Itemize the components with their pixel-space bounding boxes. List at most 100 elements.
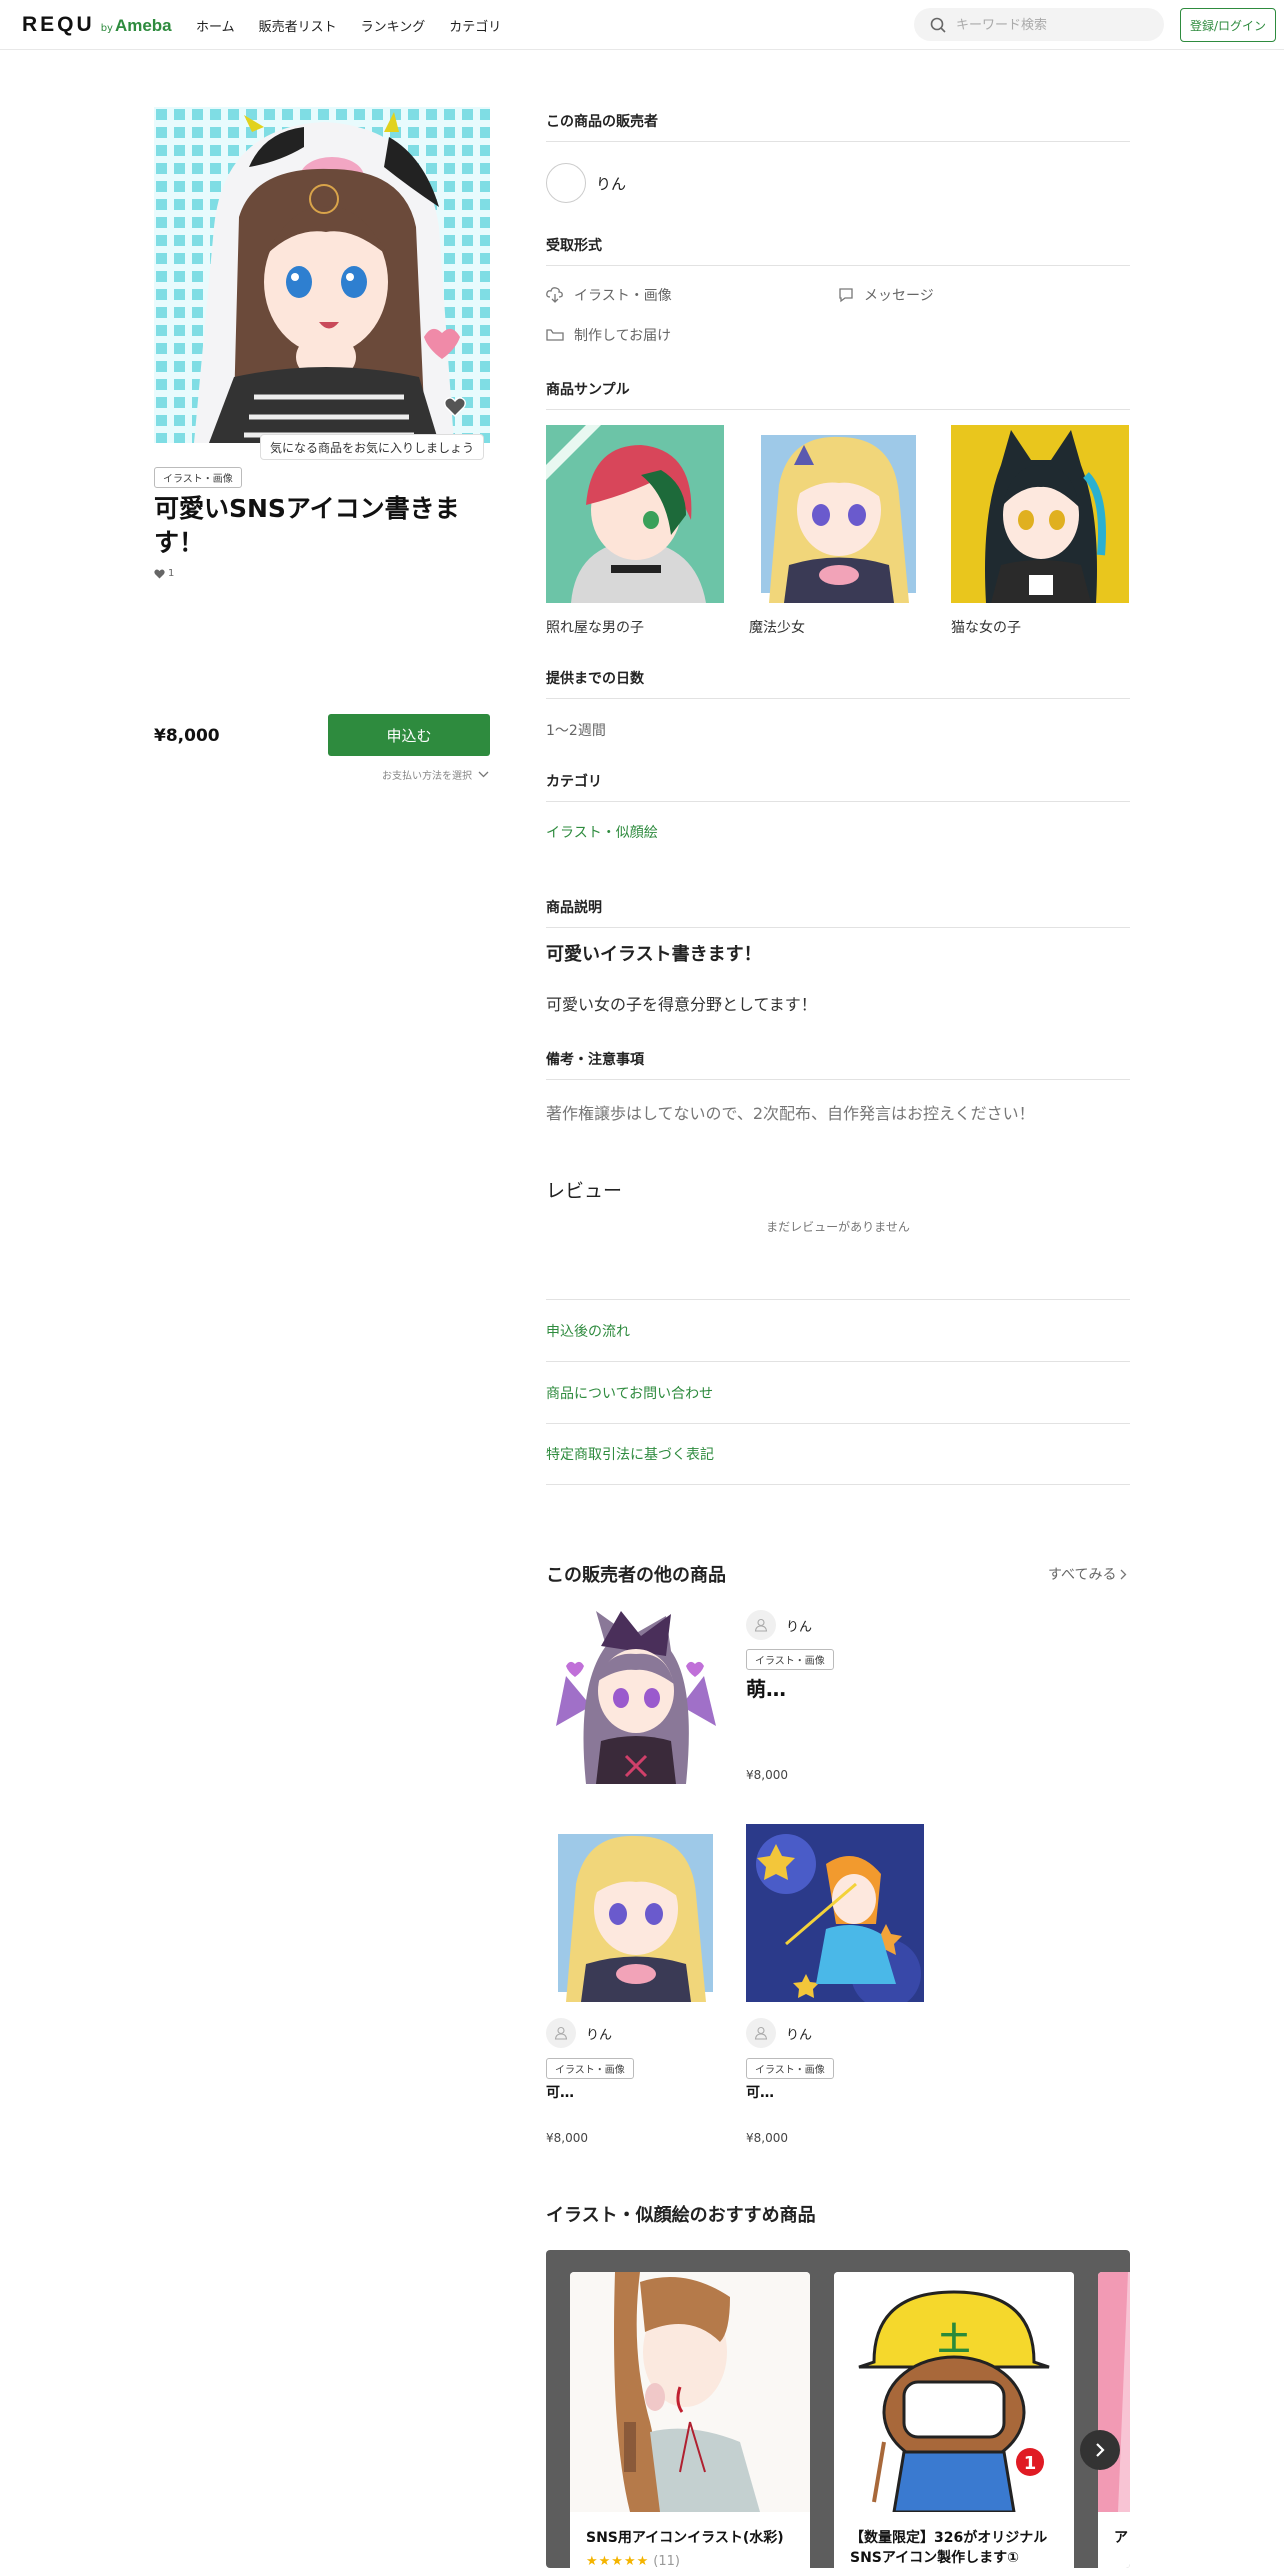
cloud-download-icon (546, 287, 563, 303)
sample-image-3[interactable] (951, 425, 1129, 603)
star-rating: ★★★★★ (586, 2554, 650, 2568)
receive-item-message: メッセージ (838, 285, 934, 305)
other-product-image-1[interactable] (546, 1606, 724, 1784)
heart-icon (154, 568, 165, 578)
receive-item-illustration: イラスト・画像 (546, 285, 672, 305)
svg-text:土: 土 (938, 2320, 970, 2358)
other-products-heading: この販売者の他の商品 (546, 1565, 726, 1586)
description-lead: 可愛いイラスト書きます！ (546, 944, 762, 965)
user-icon (554, 2026, 568, 2040)
seller-section-heading: この商品の販売者 (546, 111, 1130, 142)
search-icon (930, 17, 946, 33)
other-product-tag: イラスト・画像 (746, 2058, 834, 2079)
receive-item-delivery: 制作してお届け (546, 325, 671, 345)
other-product-title[interactable]: 可… (746, 2082, 774, 2102)
delivery-section-heading: 提供までの日数 (546, 668, 1130, 699)
category-tag: イラスト・画像 (154, 467, 242, 488)
receive-item-label: 制作してお届け (574, 328, 672, 344)
recommended-card[interactable]: 土 1 【数量限定】326がオリジナルSNSアイコン製作します① (834, 2272, 1074, 2568)
logo-ameba: Ameba (114, 16, 172, 35)
seller-avatar[interactable] (546, 163, 586, 203)
chevron-right-icon (1121, 1569, 1127, 1579)
description-body: 可愛い女の子を得意分野としてます！ (546, 995, 817, 1014)
notes-section-heading: 備考・注意事項 (546, 1049, 1130, 1080)
recommended-carousel: SNS用アイコンイラスト(水彩) ★★★★★ (11) 土 1 【数量限定】32… (546, 2250, 1130, 2568)
sample-image-2[interactable] (749, 425, 927, 603)
chat-icon (839, 288, 853, 303)
see-all-label: すべてみる (1048, 1567, 1117, 1583)
favorite-button[interactable] (436, 388, 474, 426)
see-all-link[interactable]: すべてみる (1048, 1564, 1127, 1584)
category-link[interactable]: イラスト・似顔絵 (546, 822, 658, 842)
like-count: 1 (154, 568, 174, 579)
other-product-title[interactable]: 萌… (746, 1673, 786, 1702)
nav-home[interactable]: ホーム (196, 16, 235, 35)
product-title: 可愛いSNSアイコン書きます！ (154, 494, 460, 557)
notes-body: 著作権譲歩はしてないので、2次配布、自作発言はお控えください！ (546, 1104, 1035, 1123)
reviews-empty-message: まだレビューがありません (766, 1220, 910, 1234)
recommended-card-image: 土 1 (834, 2272, 1074, 2512)
nav-category[interactable]: カテゴリ (449, 16, 501, 35)
user-icon (754, 1618, 768, 1632)
search-box (914, 8, 1164, 41)
sample-caption-2: 魔法少女 (749, 620, 805, 636)
nav-ranking[interactable]: ランキング (361, 16, 426, 35)
samples-section-heading: 商品サンプル (546, 379, 1130, 410)
receive-section-heading: 受取形式 (546, 235, 1130, 266)
sample-image-1[interactable] (546, 425, 724, 603)
recommended-card-title: 【数量限定】326がオリジナルSNSアイコン製作します① (850, 2530, 1048, 2566)
recommended-card-title: SNS用アイコンイラスト(水彩) (586, 2530, 784, 2546)
favorite-tooltip: 気になる商品をお気に入りしましょう (260, 434, 484, 460)
seller-name[interactable]: りん (596, 173, 626, 194)
other-product-image-3[interactable] (746, 1824, 924, 2002)
other-product-price: ¥8,000 (546, 2131, 588, 2145)
heart-icon (444, 397, 466, 417)
product-main-image[interactable] (154, 107, 490, 443)
main-nav: ホーム 販売者リスト ランキング カテゴリ (196, 16, 501, 35)
package-icon (546, 329, 564, 341)
product-price: ¥8,000 (154, 726, 220, 746)
other-product-seller[interactable]: りん (786, 2024, 812, 2043)
user-icon (754, 2026, 768, 2040)
apply-button[interactable]: 申込む (328, 714, 490, 756)
login-button[interactable]: 登録/ログイン (1180, 8, 1276, 42)
seller-avatar-small[interactable] (746, 1610, 776, 1640)
product-inquiry-link[interactable]: 商品についてお問い合わせ (546, 1361, 1130, 1423)
search-input[interactable] (956, 14, 1151, 36)
reviews-heading: レビュー (546, 1180, 623, 1202)
description-section-heading: 商品説明 (546, 897, 1130, 928)
commercial-law-link[interactable]: 特定商取引法に基づく表記 (546, 1423, 1130, 1485)
logo-by: by (100, 23, 113, 34)
recommended-card[interactable]: SNS用アイコンイラスト(水彩) ★★★★★ (11) (570, 2272, 810, 2568)
sample-caption-1: 照れ屋な男の子 (546, 620, 644, 636)
recommended-card[interactable]: ア ル (1098, 2272, 1130, 2568)
recommended-card-image (570, 2272, 810, 2512)
carousel-next-button[interactable] (1080, 2430, 1120, 2470)
payment-method-label: お支払い方法を選択 (382, 771, 472, 782)
chevron-down-icon (478, 771, 489, 778)
site-logo[interactable]: REQU by Ameba (22, 13, 172, 37)
other-product-seller[interactable]: りん (786, 1616, 812, 1635)
like-count-value: 1 (168, 568, 175, 579)
seller-avatar-small[interactable] (546, 2018, 576, 2048)
chevron-right-icon (1096, 2443, 1105, 2457)
seller-avatar-small[interactable] (746, 2018, 776, 2048)
review-count: (11) (653, 2554, 680, 2568)
other-product-price: ¥8,000 (746, 1768, 788, 1782)
recommended-card-image (1098, 2272, 1130, 2512)
other-product-title[interactable]: 可… (546, 2082, 574, 2102)
svg-text:1: 1 (1024, 2453, 1037, 2474)
recommended-card-rating: ★★★★★ (11) (586, 2554, 680, 2568)
other-product-image-2[interactable] (546, 1824, 724, 2002)
receive-item-label: メッセージ (864, 288, 934, 304)
sample-caption-3: 猫な女の子 (951, 620, 1021, 636)
other-product-tag: イラスト・画像 (746, 1649, 834, 1670)
nav-seller-list[interactable]: 販売者リスト (259, 16, 337, 35)
logo-wordmark: REQU (22, 13, 95, 36)
payment-method-select[interactable]: お支払い方法を選択 (382, 767, 489, 782)
other-product-price: ¥8,000 (746, 2131, 788, 2145)
category-section-heading: カテゴリ (546, 771, 1130, 802)
site-header: REQU by Ameba ホーム 販売者リスト ランキング カテゴリ 登録/ロ… (0, 0, 1284, 50)
flow-after-apply-link[interactable]: 申込後の流れ (546, 1299, 1130, 1361)
other-product-seller[interactable]: りん (586, 2024, 612, 2043)
